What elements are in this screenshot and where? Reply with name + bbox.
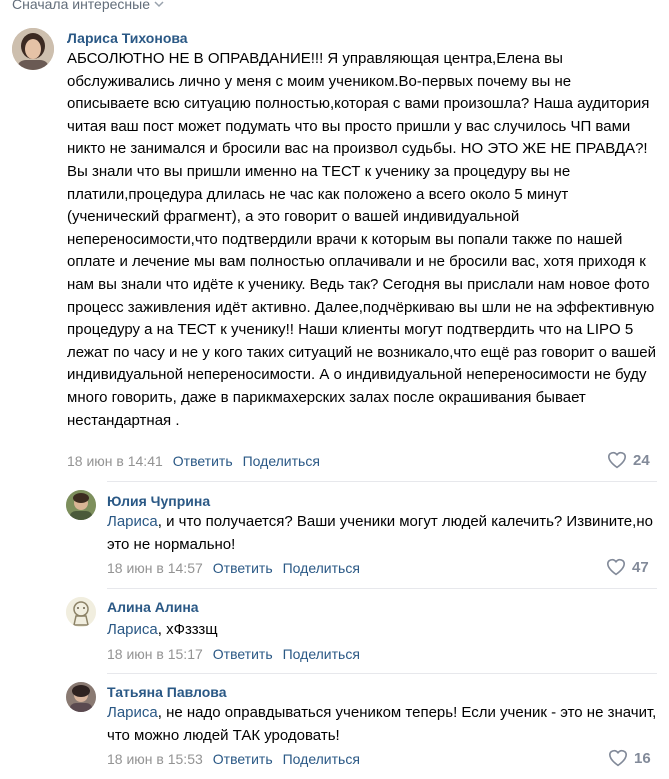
comment-author[interactable]: Лариса Тихонова bbox=[67, 30, 188, 46]
comment-meta: 18 июн в 14:41 Ответить Поделиться bbox=[67, 453, 320, 469]
comment-text: Лариса, и что получается? Ваши ученики м… bbox=[107, 511, 657, 556]
like-button[interactable]: 16 bbox=[608, 749, 651, 767]
avatar[interactable] bbox=[66, 597, 96, 627]
comment-text-body: , хФзззщ bbox=[157, 621, 218, 638]
heart-icon bbox=[608, 749, 628, 767]
avatar[interactable] bbox=[66, 682, 96, 712]
comment-text: Лариса, не надо оправдываться учеником т… bbox=[107, 702, 657, 747]
comment-text: Лариса, хФзззщ bbox=[107, 619, 657, 642]
comment-meta: 18 июн в 15:53 Ответить Поделиться bbox=[107, 751, 360, 767]
like-button[interactable]: 24 bbox=[607, 451, 650, 469]
like-count: 24 bbox=[633, 451, 650, 469]
user-photo-icon bbox=[12, 28, 54, 70]
comment-date[interactable]: 18 июн в 14:41 bbox=[67, 453, 163, 469]
comment-text-body: , и что получается? Ваши ученики могут л… bbox=[107, 513, 653, 553]
divider bbox=[107, 673, 657, 674]
avatar[interactable] bbox=[66, 490, 96, 520]
sort-dropdown[interactable]: Сначала интересные bbox=[12, 0, 164, 12]
comment-author[interactable]: Алина Алина bbox=[107, 599, 199, 615]
user-photo-icon bbox=[66, 490, 96, 520]
share-button[interactable]: Поделиться bbox=[283, 560, 360, 576]
share-button[interactable]: Поделиться bbox=[283, 751, 360, 767]
share-button[interactable]: Поделиться bbox=[283, 646, 360, 662]
heart-icon bbox=[607, 451, 627, 469]
comment-author[interactable]: Юлия Чуприна bbox=[107, 493, 210, 509]
like-button[interactable]: 47 bbox=[606, 558, 649, 576]
share-button[interactable]: Поделиться bbox=[243, 453, 320, 469]
comment-date[interactable]: 18 июн в 15:53 bbox=[107, 751, 203, 767]
reply-button[interactable]: Ответить bbox=[213, 560, 273, 576]
user-photo-icon bbox=[66, 597, 96, 627]
heart-icon bbox=[606, 558, 626, 576]
like-count: 16 bbox=[634, 749, 651, 767]
user-photo-icon bbox=[66, 682, 96, 712]
sort-label: Сначала интересные bbox=[12, 0, 150, 12]
divider bbox=[107, 588, 657, 589]
comment-text: АБСОЛЮТНО НЕ В ОПРАВДАНИЕ!!! Я управляющ… bbox=[67, 50, 657, 429]
chevron-down-icon bbox=[154, 1, 164, 8]
comment-date[interactable]: 18 июн в 14:57 bbox=[107, 560, 203, 576]
comment-meta: 18 июн в 14:57 Ответить Поделиться bbox=[107, 560, 360, 576]
mention-link[interactable]: Лариса bbox=[107, 704, 158, 721]
comment-date[interactable]: 18 июн в 15:17 bbox=[107, 646, 203, 662]
divider bbox=[107, 481, 657, 482]
reply-button[interactable]: Ответить bbox=[213, 646, 273, 662]
reply-button[interactable]: Ответить bbox=[213, 751, 273, 767]
comment-author[interactable]: Татьяна Павлова bbox=[107, 684, 227, 700]
mention-link[interactable]: Лариса bbox=[107, 513, 158, 530]
comment-text-body: , не надо оправдываться учеником теперь!… bbox=[107, 704, 657, 744]
avatar[interactable] bbox=[12, 28, 54, 70]
mention-link[interactable]: Лариса bbox=[107, 621, 158, 638]
reply-button[interactable]: Ответить bbox=[173, 453, 233, 469]
comment-meta: 18 июн в 15:17 Ответить Поделиться bbox=[107, 646, 360, 662]
like-count: 47 bbox=[632, 558, 649, 576]
